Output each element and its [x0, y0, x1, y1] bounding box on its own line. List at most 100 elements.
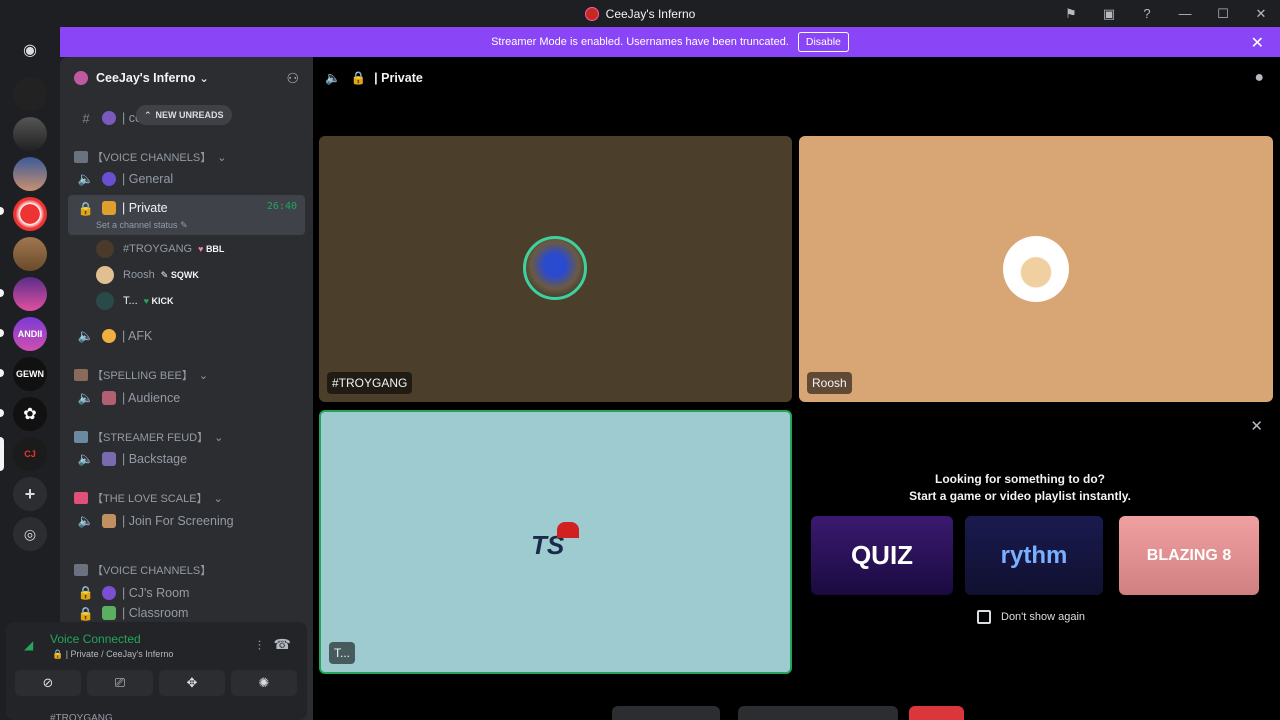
banner-text: Streamer Mode is enabled. Usernames have… [491, 36, 789, 48]
channel-emoji [102, 606, 116, 620]
category-voice-2[interactable]: 【VOICE CHANNELS】 [74, 562, 211, 578]
server-icon-8[interactable]: GEWN [13, 357, 47, 391]
avatar [96, 266, 114, 284]
channel-cj-room[interactable]: 🔒 | CJ's Room [68, 578, 305, 608]
hash-icon: # [82, 110, 90, 126]
leave-call-button[interactable] [909, 706, 964, 720]
channel-emoji [102, 586, 116, 600]
chevron-down-icon: ⌄ [217, 151, 227, 164]
server-icon-4[interactable] [13, 197, 47, 231]
server-icon-3[interactable] [13, 157, 47, 191]
chevron-down-icon: ⌄ [214, 431, 224, 444]
speaker-icon: 🔈 [77, 171, 95, 186]
channel-audience[interactable]: 🔈 | Audience [68, 383, 305, 413]
activity-card-quiz[interactable]: QUIZ [811, 516, 953, 595]
signal-icon: ◢ [24, 638, 34, 652]
disconnect-icon[interactable]: ☎ [274, 636, 291, 653]
voice-user[interactable]: #TROYGANG ♥ BBL [96, 237, 224, 261]
channel-emoji [102, 201, 116, 215]
server-icon-ceejay[interactable]: CJ [13, 437, 47, 471]
disable-streamer-button[interactable]: Disable [797, 32, 849, 52]
maximize-button[interactable]: ☐ [1204, 0, 1242, 27]
voice-user[interactable]: T... ♥ KICK [96, 289, 174, 313]
activity-card-rythm[interactable]: rythm [965, 516, 1103, 595]
server-icon-5[interactable] [13, 237, 47, 271]
channel-general[interactable]: 🔈 | General [68, 164, 305, 194]
noise-suppression-icon[interactable]: ⫶ [258, 638, 261, 654]
category-feud[interactable]: 【STREAMER FEUD】 ⌄ [74, 429, 223, 445]
channel-emoji [102, 329, 116, 343]
guild-icon [74, 71, 88, 85]
close-banner-icon[interactable]: ✕ [1251, 33, 1264, 53]
inbox-icon[interactable]: ▣ [1090, 0, 1128, 27]
avatar [523, 236, 587, 300]
video-tile[interactable]: Roosh [799, 136, 1273, 402]
video-tile-speaking[interactable]: TS T... [319, 410, 792, 674]
server-pill [0, 329, 4, 337]
user-area-peek: #TROYGANG [50, 713, 113, 720]
category-spelling[interactable]: 【SPELLING BEE】 ⌄ [74, 367, 208, 383]
activities-button[interactable]: ✥ [159, 670, 225, 696]
chevron-down-icon: ⌄ [199, 72, 209, 85]
call-header: 🔈 🔒 | Private ● [313, 57, 1280, 99]
server-pill-selected [0, 437, 4, 471]
speaker-icon: 🔈 [77, 451, 95, 466]
screen-share-button[interactable]: ⎚ [87, 670, 153, 696]
tile-name: T... [329, 642, 356, 664]
avatar [96, 292, 114, 310]
video-tile[interactable]: #TROYGANG [319, 136, 792, 402]
title-bar: CeeJay's Inferno ⚑ ▣ ? — ☐ ✕ [0, 0, 1280, 27]
mic-control[interactable] [612, 706, 720, 720]
channel-backstage[interactable]: 🔈 | Backstage [68, 444, 305, 474]
invite-icon[interactable]: ⚇ [286, 70, 299, 87]
call-channel-title: | Private [374, 71, 423, 85]
channel-join-screening[interactable]: 🔈 | Join For Screening [68, 506, 305, 536]
channel-emoji [102, 514, 116, 528]
dont-show-again[interactable]: Don't show again [977, 610, 1085, 624]
discord-home-icon[interactable]: ◉ [13, 33, 47, 67]
category-icon [74, 492, 88, 504]
add-server-icon[interactable]: + [13, 477, 47, 511]
soundboard-button[interactable]: ✺ [231, 670, 297, 696]
guild-name: CeeJay's Inferno [96, 71, 196, 85]
guild-header[interactable]: CeeJay's Inferno ⌄ ⚇ [60, 57, 313, 99]
camera-control[interactable] [738, 706, 898, 720]
server-icon-7[interactable]: ANDII [13, 317, 47, 351]
discover-icon[interactable]: ◎ [13, 517, 47, 551]
voice-connected-title[interactable]: Voice Connected [50, 632, 141, 646]
channel-emoji [102, 111, 116, 125]
chevron-down-icon: ⌄ [213, 492, 223, 505]
window-title: CeeJay's Inferno [605, 6, 696, 21]
server-icon-2[interactable] [13, 117, 47, 151]
avatar [96, 240, 114, 258]
voice-connected-subtitle[interactable]: 🔒 | Private / CeeJay's Inferno [52, 649, 173, 660]
category-voice[interactable]: 【VOICE CHANNELS】 ⌄ [74, 149, 226, 165]
server-icon-9[interactable]: ✿ [13, 397, 47, 431]
server-icon-1[interactable] [13, 77, 47, 111]
channel-emoji [102, 172, 116, 186]
camera-off-button[interactable]: ⊘ [15, 670, 81, 696]
help-icon[interactable]: ? [1128, 0, 1166, 27]
tile-name: Roosh [807, 372, 852, 394]
lock-icon: 🔒 [77, 606, 95, 621]
server-pill [0, 289, 4, 297]
voice-user[interactable]: Roosh ✎ SQWK [96, 263, 199, 287]
avatar [1003, 236, 1069, 302]
category-love[interactable]: 【THE LOVE SCALE】 ⌄ [74, 490, 223, 506]
tile-name: #TROYGANG [327, 372, 413, 394]
channel-status-hint[interactable]: Set a channel status ✎ [96, 220, 188, 231]
category-icon [74, 431, 88, 443]
minimize-button[interactable]: — [1166, 0, 1204, 27]
flag-icon[interactable]: ⚑ [1052, 0, 1090, 27]
checkbox[interactable] [977, 610, 991, 624]
channel-afk[interactable]: 🔈 | AFK [68, 321, 305, 351]
new-unreads-pill[interactable]: ⌃ NEW UNREADS [136, 105, 232, 125]
close-window-button[interactable]: ✕ [1242, 0, 1280, 27]
close-activity-icon[interactable]: ✕ [1250, 417, 1263, 435]
speaker-icon: 🔈 [77, 390, 95, 405]
server-icon-6[interactable] [13, 277, 47, 311]
lock-icon: 🔒 [77, 201, 95, 216]
activity-suggestions: ✕ Looking for something to do? Start a g… [797, 411, 1273, 677]
activity-card-blazing8[interactable]: BLAZING 8 [1119, 516, 1259, 595]
chat-bubble-icon[interactable]: ● [1254, 69, 1264, 87]
